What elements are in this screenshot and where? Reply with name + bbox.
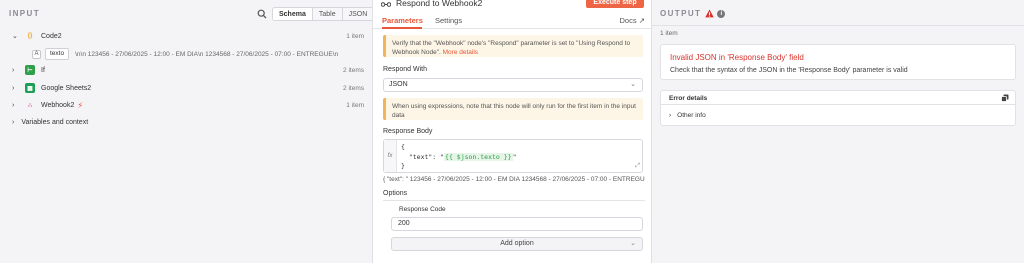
if-icon: ⊢ [25,65,35,75]
error-description: Check that the syntax of the JSON in the… [670,67,908,74]
input-node-if[interactable]: › ⊢ If 2 items [0,63,372,77]
string-type-icon: A [32,49,41,59]
webhook-respond-notice: Verify that the "Webhook" node's "Respon… [383,35,643,57]
chevron-right-icon[interactable]: › [12,85,18,92]
add-option-label: Add option [500,240,534,247]
active-tab-indicator [382,27,422,29]
input-node-google-sheets2[interactable]: › ▦ Google Sheets2 2 items [0,81,372,95]
response-code-input[interactable]: 200 [391,217,643,231]
more-details-link[interactable]: More details [443,49,478,56]
google-sheets-icon: ▦ [25,83,35,93]
tab-parameters[interactable]: Parameters [382,16,423,25]
respond-with-select[interactable]: JSON ⌄ [383,78,643,92]
input-node-count: 2 items [343,84,364,92]
chevron-right-icon[interactable]: › [12,67,18,74]
input-panel-title: INPUT [9,9,40,18]
schema-field-value: \n\n 123456 - 27/06/2025 - 12:00 - EM DI… [75,50,339,58]
output-panel: OUTPUT i 1 item Invalid JSON in 'Respons… [652,0,1024,263]
trigger-bolt-icon: ⚡︎ [77,100,83,110]
respond-with-value: JSON [389,81,408,88]
respond-webhook-icon [381,1,391,7]
input-node-code2[interactable]: ⌄ {} Code2 1 item [0,29,372,43]
output-header: OUTPUT i [660,9,726,18]
input-node-name: Code2 [41,32,62,40]
docs-link[interactable]: Docs ↗ [620,16,645,25]
schema-field-texto[interactable]: A texto \n\n 123456 - 27/06/2025 - 12:00… [32,48,338,60]
webhook-icon: ∴ [28,102,32,109]
expressions-notice: When using expressions, note that this n… [383,98,643,120]
view-mode-toggle: Schema Table JSON [272,7,375,21]
response-code-label: Response Code [399,206,446,213]
other-info-label: Other info [677,112,706,119]
tab-settings[interactable]: Settings [435,16,462,25]
node-parameters-panel: Respond to Webhook2 Execute step Paramet… [372,0,653,263]
response-body-label: Response Body [383,128,433,135]
error-details-label: Error details [669,95,708,102]
chevron-right-icon[interactable]: › [12,102,18,109]
error-details-header: Error details [661,91,1015,105]
response-body-code[interactable]: { "text": "{{ $json.texto }}" } [401,143,517,172]
code-line-prefix: "text": " [401,152,445,161]
view-mode-schema[interactable]: Schema [273,8,312,20]
chevron-down-icon[interactable]: ⌄ [12,32,18,40]
expand-editor-icon[interactable]: ⤢ [635,163,640,170]
input-node-name: Webhook2 [41,101,75,109]
expression-result-preview: { "text": " 123456 - 27/06/2025 - 12:00 … [383,176,645,183]
expression-fx-icon: fx [384,140,397,172]
node-title: Respond to Webhook2 [396,0,483,8]
input-node-webhook2[interactable]: › ∴ Webhook2 ⚡︎ 1 item [0,98,372,112]
chevron-right-icon[interactable]: › [12,119,14,126]
error-card: Invalid JSON in 'Response Body' field Ch… [660,44,1016,80]
input-node-count: 2 items [343,66,364,74]
input-node-name: Google Sheets2 [41,84,92,92]
input-node-name: If [41,66,45,74]
variables-label: Variables and context [21,119,89,126]
node-header: Respond to Webhook2 [381,0,482,8]
node-tabs: Parameters Settings Docs ↗ [373,14,653,29]
notice-text: Verify that the "Webhook" node's "Respon… [392,40,631,56]
options-label: Options [383,190,408,197]
view-mode-table[interactable]: Table [311,8,342,20]
input-node-count: 1 item [346,101,364,109]
execute-step-button[interactable]: Execute step [586,0,644,8]
chevron-down-icon: ⌄ [630,240,636,247]
error-title: Invalid JSON in 'Response Body' field [670,53,804,62]
options-divider [383,200,645,201]
schema-field-key[interactable]: texto [45,48,70,60]
chevron-down-icon: ⌄ [630,81,636,88]
warning-icon [705,9,715,18]
input-node-count: 1 item [346,32,364,40]
other-info-row[interactable]: › Other info [669,112,706,119]
add-option-button[interactable]: Add option ⌄ [391,237,643,251]
output-panel-title: OUTPUT [660,9,702,18]
variables-and-context[interactable]: › Variables and context [12,119,88,126]
respond-with-label: Respond With [383,66,427,73]
search-icon[interactable] [257,9,267,19]
output-item-count: 1 item [660,30,678,37]
info-icon[interactable]: i [717,9,726,18]
input-panel: INPUT Schema Table JSON ⌄ {} Code2 1 ite… [0,0,375,263]
response-body-editor[interactable]: fx { "text": "{{ $json.texto }}" } ⤢ [383,139,643,173]
code-line: } [401,162,405,170]
code-line-suffix: " [512,152,517,161]
view-mode-json[interactable]: JSON [341,8,374,20]
output-divider [652,25,1024,26]
expression-token: {{ $json.texto }} [444,152,513,161]
code-line: { [401,143,405,151]
code-icon: {} [27,33,33,39]
copy-icon[interactable] [1001,94,1009,102]
external-link-icon: ↗ [638,16,645,25]
chevron-right-icon[interactable]: › [669,112,671,119]
error-details-card: Error details › Other info [660,90,1016,126]
docs-label: Docs [619,16,637,25]
